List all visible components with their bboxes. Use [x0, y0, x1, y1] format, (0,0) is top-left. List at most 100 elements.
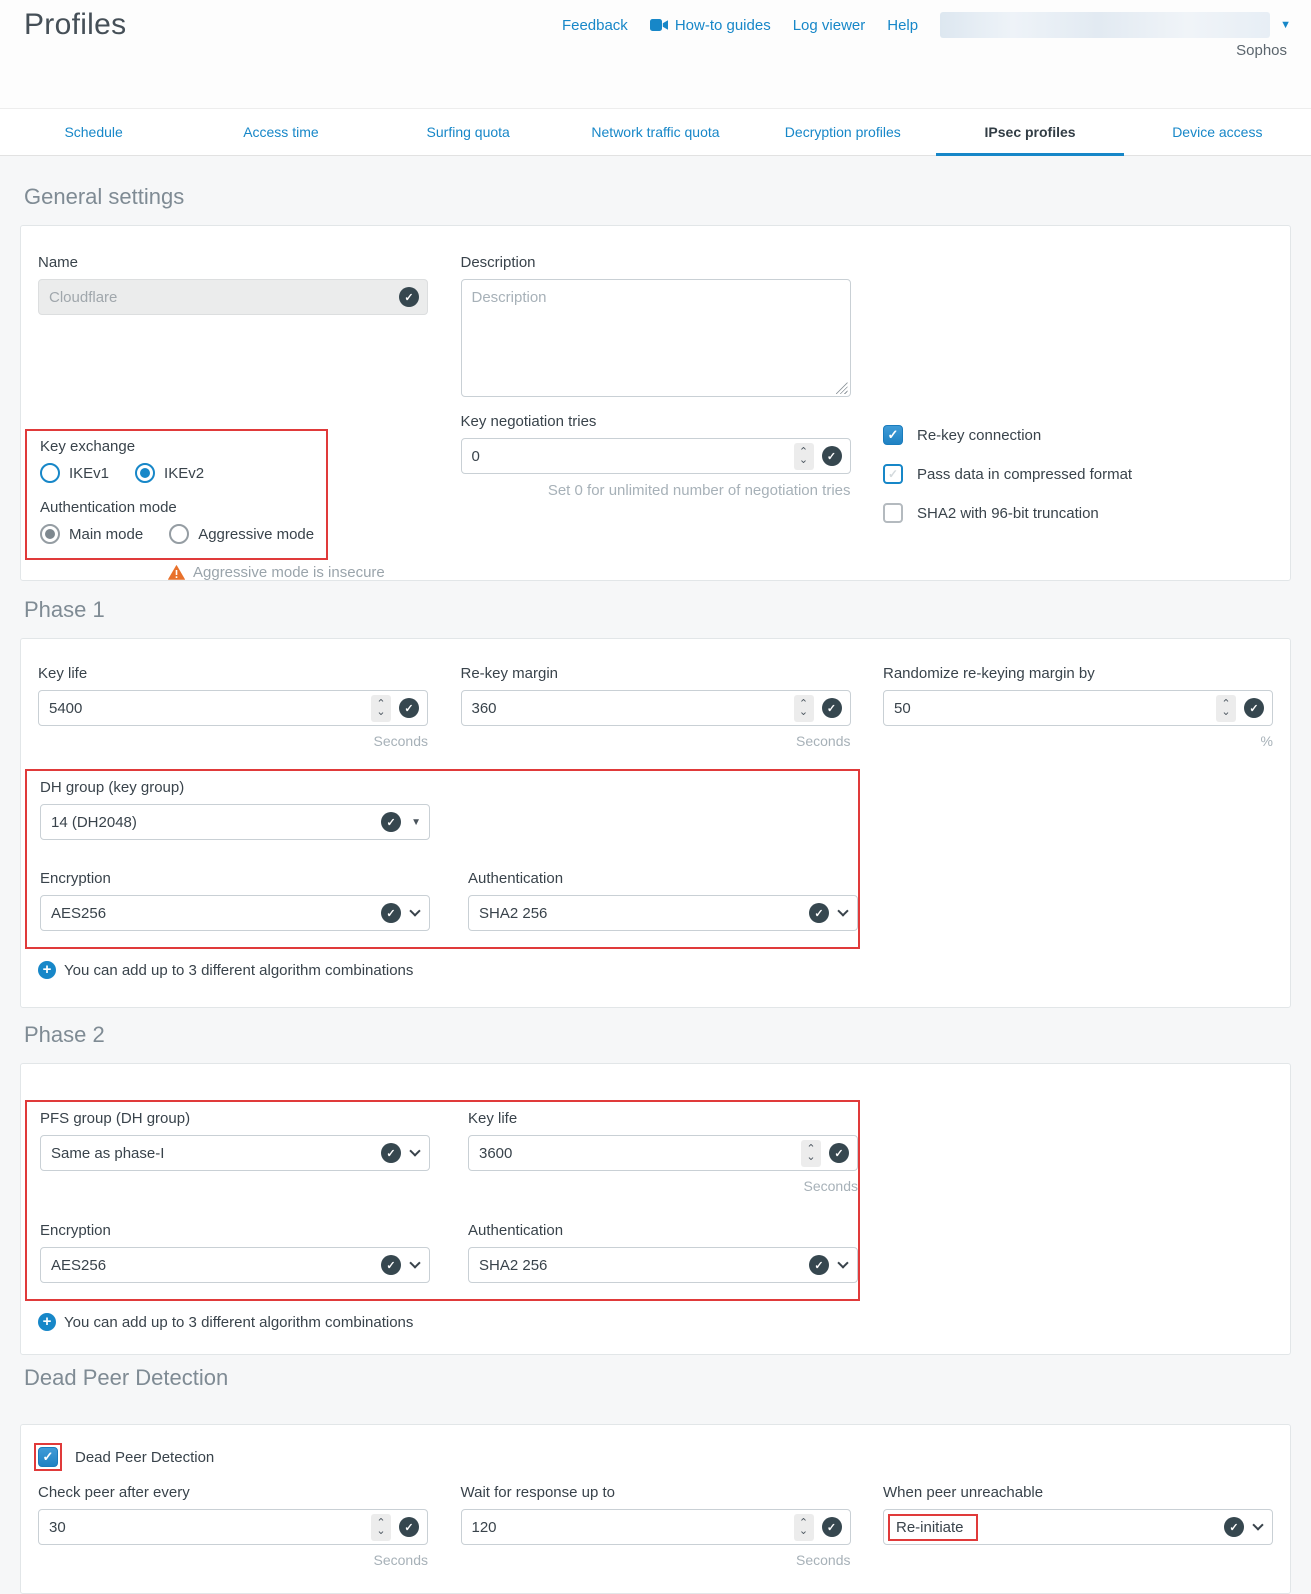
radio-icon[interactable]	[40, 463, 60, 483]
feedback-link[interactable]: Feedback	[562, 17, 628, 34]
valid-check-icon	[809, 1255, 829, 1275]
valid-check-icon	[1224, 1517, 1244, 1537]
chevron-down-icon	[409, 905, 420, 916]
add-combination-icon[interactable]	[38, 1313, 56, 1331]
rekey-margin-input[interactable]	[461, 690, 851, 726]
encryption-select[interactable]: AES256	[40, 1247, 430, 1283]
sophos-logo: Sophos	[1236, 42, 1287, 59]
general-settings-heading: General settings	[24, 184, 184, 210]
dead-peer-detection-toggle-row[interactable]: Dead Peer Detection	[38, 1443, 1273, 1471]
tab-device-access[interactable]: Device access	[1124, 109, 1311, 155]
checkbox-checked-icon[interactable]	[38, 1447, 58, 1467]
checkbox-icon[interactable]	[883, 464, 903, 484]
rekey-margin-value[interactable]	[472, 700, 794, 717]
phase1-note: You can add up to 3 different algorithm …	[64, 962, 413, 979]
number-spinner-icon[interactable]	[371, 1514, 391, 1541]
dh-group-select[interactable]: 14 (DH2048) ▼	[40, 804, 430, 840]
name-value	[49, 289, 391, 306]
radio-selected-icon[interactable]	[135, 463, 155, 483]
key-life-label: Key life	[38, 665, 428, 682]
valid-check-icon	[381, 812, 401, 832]
dead-peer-detection-card: Dead Peer Detection Check peer after eve…	[20, 1424, 1291, 1594]
radio-aggressive-mode[interactable]: Aggressive mode	[169, 524, 314, 544]
key-negotiation-tries-label: Key negotiation tries	[461, 413, 851, 430]
valid-check-icon	[1244, 698, 1264, 718]
key-negotiation-tries-value[interactable]	[472, 448, 794, 465]
user-account-dropdown[interactable]	[940, 12, 1270, 38]
caret-down-icon[interactable]: ▼	[1280, 19, 1291, 31]
phase2-key-life-label: Key life	[468, 1110, 858, 1127]
help-link[interactable]: Help	[887, 17, 918, 34]
caret-down-icon: ▼	[411, 817, 421, 828]
encryption-select[interactable]: AES256	[40, 895, 430, 931]
number-spinner-icon[interactable]	[801, 1140, 821, 1167]
general-settings-card: Name Description Key exchange IKEv1	[20, 225, 1291, 581]
tab-access-time[interactable]: Access time	[187, 109, 374, 155]
reinitiate-highlight: Re-initiate	[888, 1514, 978, 1541]
check-peer-input[interactable]	[38, 1509, 428, 1545]
valid-check-icon	[809, 903, 829, 923]
check-peer-value[interactable]	[49, 1519, 371, 1536]
number-spinner-icon[interactable]	[1216, 695, 1236, 722]
authentication-select[interactable]: SHA2 256	[468, 1247, 858, 1283]
tab-ipsec-profiles[interactable]: IPsec profiles	[936, 109, 1123, 155]
phase2-key-life-input[interactable]	[468, 1135, 858, 1171]
number-spinner-icon[interactable]	[794, 443, 814, 470]
radio-selected-icon[interactable]	[40, 524, 60, 544]
description-textarea[interactable]	[461, 279, 851, 397]
radio-ikev1[interactable]: IKEv1	[40, 463, 109, 483]
name-input	[38, 279, 428, 315]
valid-check-icon	[822, 698, 842, 718]
authentication-label: Authentication	[468, 870, 858, 887]
tab-decryption-profiles[interactable]: Decryption profiles	[749, 109, 936, 155]
valid-check-icon	[822, 1517, 842, 1537]
radio-main-mode[interactable]: Main mode	[40, 524, 143, 544]
phase2-algorithms-highlight: PFS group (DH group) Same as phase-I Key…	[25, 1100, 860, 1301]
number-spinner-icon[interactable]	[371, 695, 391, 722]
chevron-down-icon	[837, 1257, 848, 1268]
key-life-input[interactable]	[38, 690, 428, 726]
number-spinner-icon[interactable]	[794, 695, 814, 722]
valid-check-icon	[399, 287, 419, 307]
log-viewer-link[interactable]: Log viewer	[793, 17, 866, 34]
radio-ikev2[interactable]: IKEv2	[135, 463, 204, 483]
authentication-mode-label: Authentication mode	[40, 499, 321, 516]
profile-tabs: Schedule Access time Surfing quota Netwo…	[0, 108, 1311, 156]
tab-surfing-quota[interactable]: Surfing quota	[375, 109, 562, 155]
video-camera-icon	[650, 19, 668, 31]
authentication-label: Authentication	[468, 1222, 858, 1239]
chevron-down-icon	[1252, 1519, 1263, 1530]
tab-network-traffic-quota[interactable]: Network traffic quota	[562, 109, 749, 155]
phase2-note: You can add up to 3 different algorithm …	[64, 1314, 413, 1331]
rekey-connection-checkbox-row[interactable]: Re-key connection	[883, 425, 1273, 445]
pfs-group-select[interactable]: Same as phase-I	[40, 1135, 430, 1171]
rekey-margin-unit: Seconds	[461, 733, 851, 749]
phase2-card: PFS group (DH group) Same as phase-I Key…	[20, 1063, 1291, 1355]
key-negotiation-tries-input[interactable]	[461, 438, 851, 474]
phase2-key-life-value[interactable]	[479, 1145, 801, 1162]
number-spinner-icon[interactable]	[794, 1514, 814, 1541]
key-life-value[interactable]	[49, 700, 371, 717]
add-combination-icon[interactable]	[38, 961, 56, 979]
sha2-truncation-checkbox-row[interactable]: SHA2 with 96-bit truncation	[883, 503, 1273, 523]
randomize-margin-value[interactable]	[894, 700, 1216, 717]
phase1-heading: Phase 1	[24, 597, 105, 623]
dead-peer-detection-heading: Dead Peer Detection	[24, 1365, 228, 1391]
randomize-margin-input[interactable]	[883, 690, 1273, 726]
when-peer-unreachable-select[interactable]: Re-initiate	[883, 1509, 1273, 1545]
warning-triangle-icon	[168, 565, 185, 580]
pass-data-compressed-checkbox-row[interactable]: Pass data in compressed format	[883, 464, 1273, 484]
chevron-down-icon	[837, 905, 848, 916]
wait-response-input[interactable]	[461, 1509, 851, 1545]
phase2-heading: Phase 2	[24, 1022, 105, 1048]
checkbox-checked-icon[interactable]	[883, 425, 903, 445]
tab-schedule[interactable]: Schedule	[0, 109, 187, 155]
wait-response-value[interactable]	[472, 1519, 794, 1536]
encryption-label: Encryption	[40, 1222, 430, 1239]
radio-icon[interactable]	[169, 524, 189, 544]
valid-check-icon	[381, 1143, 401, 1163]
checkbox-icon[interactable]	[883, 503, 903, 523]
howto-guides-link[interactable]: How-to guides	[650, 17, 771, 34]
pfs-group-label: PFS group (DH group)	[40, 1110, 430, 1127]
authentication-select[interactable]: SHA2 256	[468, 895, 858, 931]
